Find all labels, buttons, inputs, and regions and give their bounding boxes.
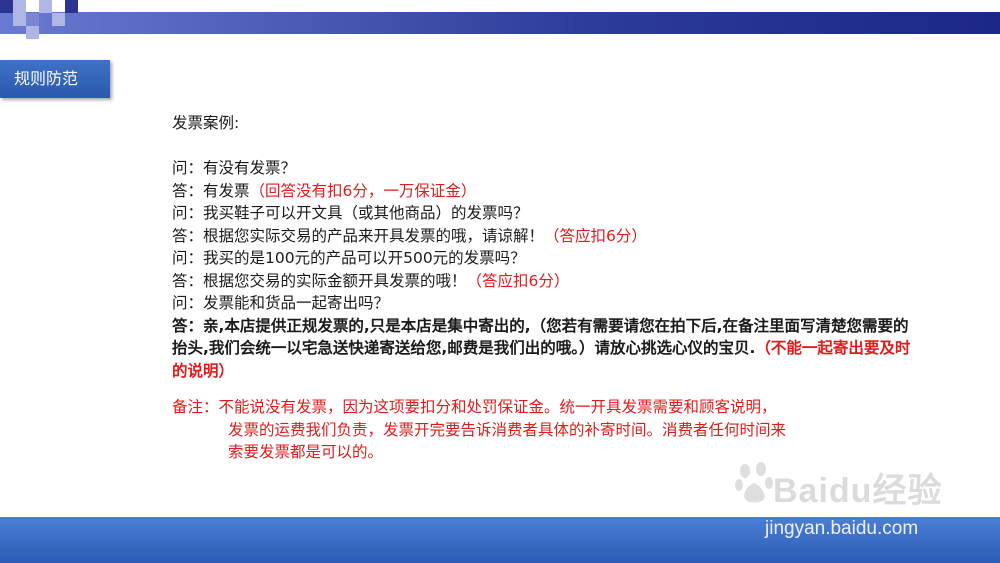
remark-line: 备注：不能说没有发票，因为这项要扣分和处罚保证金。统一开具发票需要和顾客说明， xyxy=(172,398,777,416)
decor-square xyxy=(13,13,26,26)
qa-text: 有没有发票？ xyxy=(203,159,297,177)
qa-prefix: 问： xyxy=(172,159,204,177)
baidu-watermark: Baidu经验 jingyan.baidu.com xyxy=(735,455,975,545)
watermark-brand: Baidu经验 xyxy=(773,472,943,510)
qa-penalty-note: （答应扣6分） xyxy=(544,226,647,245)
decor-square xyxy=(52,13,65,26)
qa-prefix: 问： xyxy=(172,249,204,267)
qa-prefix: 问： xyxy=(172,204,204,222)
qa-text: 我买的是100元的产品可以开500元的发票吗？ xyxy=(203,249,526,267)
decor-square xyxy=(65,0,78,13)
watermark-url: jingyan.baidu.com xyxy=(765,518,919,539)
remark-line: 发票的运费我们负责，发票开完要告诉消费者具体的补寄时间。消费者任何时间来 xyxy=(228,420,787,439)
qa-prefix: 答： xyxy=(172,181,204,200)
decor-square xyxy=(26,26,39,39)
qa-line: 问：有没有发票？ xyxy=(172,157,912,180)
qa-prefix: 答： xyxy=(172,271,204,290)
decor-square xyxy=(13,0,26,13)
final-answer: 答：亲,本店提供正规发票的,只是本店是集中寄出的,（您若有需要请您在拍下后,在备… xyxy=(172,315,912,383)
qa-prefix: 问： xyxy=(172,294,204,312)
decor-square xyxy=(26,13,39,26)
qa-line: 问：发票能和货品一起寄出吗？ xyxy=(172,292,912,315)
qa-text: 根据您交易的实际金额开具发票的哦！ xyxy=(203,271,467,290)
decor-square xyxy=(0,0,13,13)
remark-block: 备注：不能说没有发票，因为这项要扣分和处罚保证金。统一开具发票需要和顾客说明， … xyxy=(172,396,912,464)
slide-content: 发票案例: 问：有没有发票？ 答：有发票（回答没有扣6分，一万保证金） 问：我买… xyxy=(172,112,912,464)
intro-text: 发票案例: xyxy=(172,114,240,132)
qa-penalty-note: （回答没有扣6分，一万保证金） xyxy=(249,181,477,200)
qa-line: 答：根据您交易的实际金额开具发票的哦！（答应扣6分） xyxy=(172,270,912,293)
qa-line: 答：有发票（回答没有扣6分，一万保证金） xyxy=(172,180,912,203)
qa-penalty-note: （答应扣6分） xyxy=(466,271,570,290)
qa-text: 发票能和货品一起寄出吗？ xyxy=(203,294,390,312)
qa-line: 问：我买鞋子可以开文具（或其他商品）的发票吗？ xyxy=(172,202,912,225)
paw-icon xyxy=(735,462,773,503)
qa-text: 我买鞋子可以开文具（或其他商品）的发票吗？ xyxy=(203,204,529,222)
qa-text: 有发票 xyxy=(203,181,250,200)
top-decor-bar xyxy=(0,12,1000,34)
slide-title: 规则防范 xyxy=(0,60,110,98)
qa-line: 问：我买的是100元的产品可以开500元的发票吗？ xyxy=(172,247,912,270)
qa-line: 答：根据您实际交易的产品来开具发票的哦，请谅解！（答应扣6分） xyxy=(172,225,912,248)
qa-text: 根据您实际交易的产品来开具发票的哦，请谅解！ xyxy=(203,226,545,245)
qa-prefix: 答： xyxy=(172,226,204,245)
decor-square xyxy=(39,0,52,13)
